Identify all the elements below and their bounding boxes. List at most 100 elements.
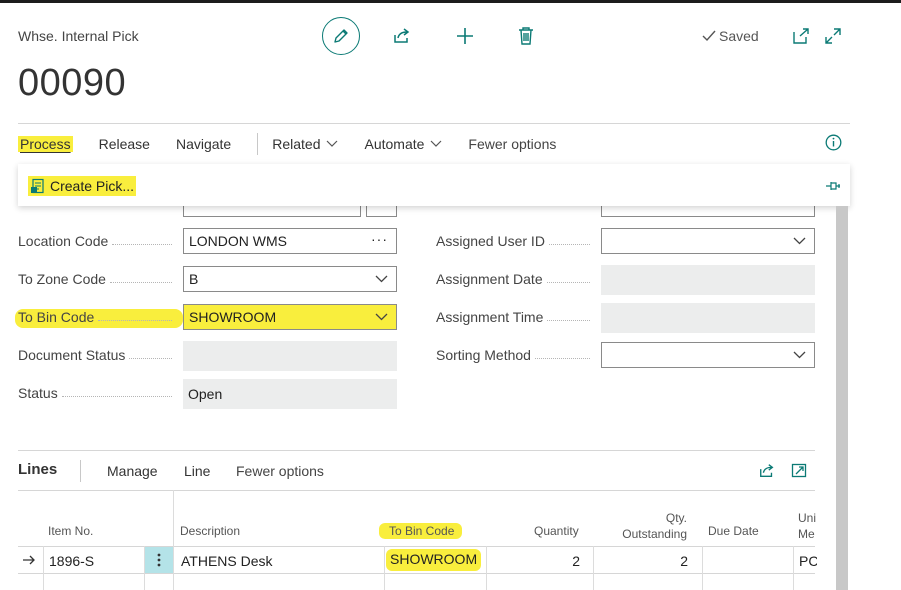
- col-unit-line1: Uni: [798, 511, 817, 525]
- grid-line: [43, 546, 44, 590]
- dot-leader: [534, 357, 590, 359]
- col-qty-outstanding[interactable]: Qty. Outstanding: [620, 510, 687, 542]
- expand-button[interactable]: [823, 26, 843, 46]
- open-new-window-button[interactable]: [791, 26, 811, 46]
- chevron-down-icon: [327, 140, 338, 147]
- assigned-user-id-label: Assigned User ID: [436, 233, 596, 249]
- lines-manage[interactable]: Manage: [107, 463, 158, 479]
- check-icon: [702, 30, 716, 42]
- lines-share-button[interactable]: [757, 461, 777, 479]
- dot-leader: [98, 319, 172, 321]
- assignment-date-label-text: Assignment Date: [436, 271, 543, 287]
- lines-divider: [18, 450, 815, 451]
- saved-label: Saved: [719, 28, 759, 44]
- edit-button[interactable]: [322, 17, 360, 55]
- assigned-user-id-label-text: Assigned User ID: [436, 233, 545, 249]
- lines-title[interactable]: Lines: [18, 461, 57, 478]
- status-field: Open: [183, 379, 397, 409]
- document-create-icon: [31, 178, 44, 194]
- col-item-no[interactable]: Item No.: [48, 524, 93, 538]
- lines-fewer-options[interactable]: Fewer options: [236, 463, 324, 479]
- new-button[interactable]: [453, 24, 477, 48]
- col-quantity[interactable]: Quantity: [534, 524, 579, 538]
- assigned-user-id-field[interactable]: [601, 228, 815, 254]
- page-scrollbar[interactable]: [836, 206, 848, 590]
- status-value: Open: [188, 386, 223, 402]
- cell-item-no[interactable]: 1896-S: [49, 553, 94, 569]
- share-button[interactable]: [390, 24, 414, 48]
- dot-leader: [109, 281, 172, 283]
- status-label-text: Status: [18, 385, 58, 401]
- chevron-down-icon: [375, 313, 388, 321]
- document-number: 00090: [18, 62, 127, 104]
- to-zone-code-field[interactable]: B: [183, 266, 397, 292]
- col-unit[interactable]: Uni Me: [798, 510, 818, 542]
- dot-leader: [61, 395, 172, 397]
- col-qty-outstanding-line1: Qty.: [665, 511, 687, 525]
- chevron-down-icon: [430, 140, 442, 147]
- dot-leader: [546, 281, 590, 283]
- delete-button[interactable]: [514, 24, 538, 48]
- sorting-method-label: Sorting Method: [436, 347, 596, 363]
- row-actions-button[interactable]: [145, 547, 173, 573]
- more-icon[interactable]: ···: [371, 231, 388, 247]
- cell-qty-outstanding: 2: [680, 553, 688, 569]
- to-bin-code-field[interactable]: SHOWROOM: [183, 304, 397, 330]
- col-to-bin-code[interactable]: To Bin Code: [379, 523, 463, 539]
- arrow-right-icon: [23, 555, 35, 565]
- cell-quantity[interactable]: 2: [540, 553, 580, 569]
- saved-status: Saved: [702, 28, 759, 44]
- action-fewer-options[interactable]: Fewer options: [468, 136, 556, 152]
- action-automate[interactable]: Automate: [364, 136, 442, 152]
- to-zone-code-label-text: To Zone Code: [18, 271, 106, 287]
- share-icon: [760, 463, 774, 477]
- cell-to-bin-code[interactable]: SHOWROOM: [386, 549, 482, 571]
- sorting-method-label-text: Sorting Method: [436, 347, 531, 363]
- assignment-time-label: Assignment Time: [436, 309, 596, 325]
- window-top-border: [0, 0, 901, 3]
- pin-button[interactable]: [824, 177, 842, 195]
- cell-description[interactable]: ATHENS Desk: [181, 553, 273, 569]
- grid-line: [384, 546, 385, 590]
- cell-unit[interactable]: PC: [799, 553, 817, 569]
- document-status-label: Document Status: [18, 347, 178, 363]
- assignment-time-label-text: Assignment Time: [436, 309, 544, 325]
- to-zone-code-value: B: [189, 271, 199, 287]
- expand-icon: [825, 28, 841, 44]
- info-button[interactable]: [824, 133, 842, 151]
- action-automate-label: Automate: [364, 136, 425, 152]
- location-code-label: Location Code: [18, 233, 178, 249]
- location-code-label-text: Location Code: [18, 233, 109, 249]
- col-due-date[interactable]: Due Date: [708, 524, 759, 538]
- action-release[interactable]: Release: [99, 136, 150, 152]
- action-process[interactable]: Process: [18, 136, 73, 152]
- pencil-icon: [334, 29, 348, 43]
- lines-separator: [80, 460, 81, 482]
- header-divider: [18, 123, 850, 124]
- share-icon: [394, 28, 410, 43]
- col-description[interactable]: Description: [180, 524, 240, 538]
- location-code-field[interactable]: LONDON WMS ···: [183, 228, 397, 254]
- dot-leader: [112, 243, 172, 245]
- sorting-method-field[interactable]: [601, 342, 815, 368]
- chevron-down-icon: [375, 275, 388, 283]
- lines-line[interactable]: Line: [184, 463, 210, 479]
- row-divider: [18, 546, 815, 547]
- plus-icon: [457, 28, 473, 44]
- action-navigate[interactable]: Navigate: [176, 136, 231, 152]
- chevron-down-icon: [793, 351, 806, 359]
- row-selector-arrow[interactable]: [22, 553, 36, 571]
- document-status-label-text: Document Status: [18, 347, 126, 363]
- row-divider: [18, 573, 815, 574]
- grid-line: [593, 546, 594, 590]
- lines-expand-button[interactable]: [789, 461, 809, 479]
- location-code-value: LONDON WMS: [189, 233, 287, 249]
- grid-line: [173, 490, 174, 590]
- assignment-date-field: [601, 265, 815, 295]
- create-pick-menu-item[interactable]: Create Pick...: [28, 176, 137, 196]
- to-bin-code-label: To Bin Code: [18, 309, 178, 325]
- more-vertical-icon: [157, 553, 161, 567]
- col-qty-outstanding-line2: Outstanding: [622, 527, 687, 541]
- lines-header-top: [18, 490, 815, 491]
- action-related[interactable]: Related: [272, 136, 338, 152]
